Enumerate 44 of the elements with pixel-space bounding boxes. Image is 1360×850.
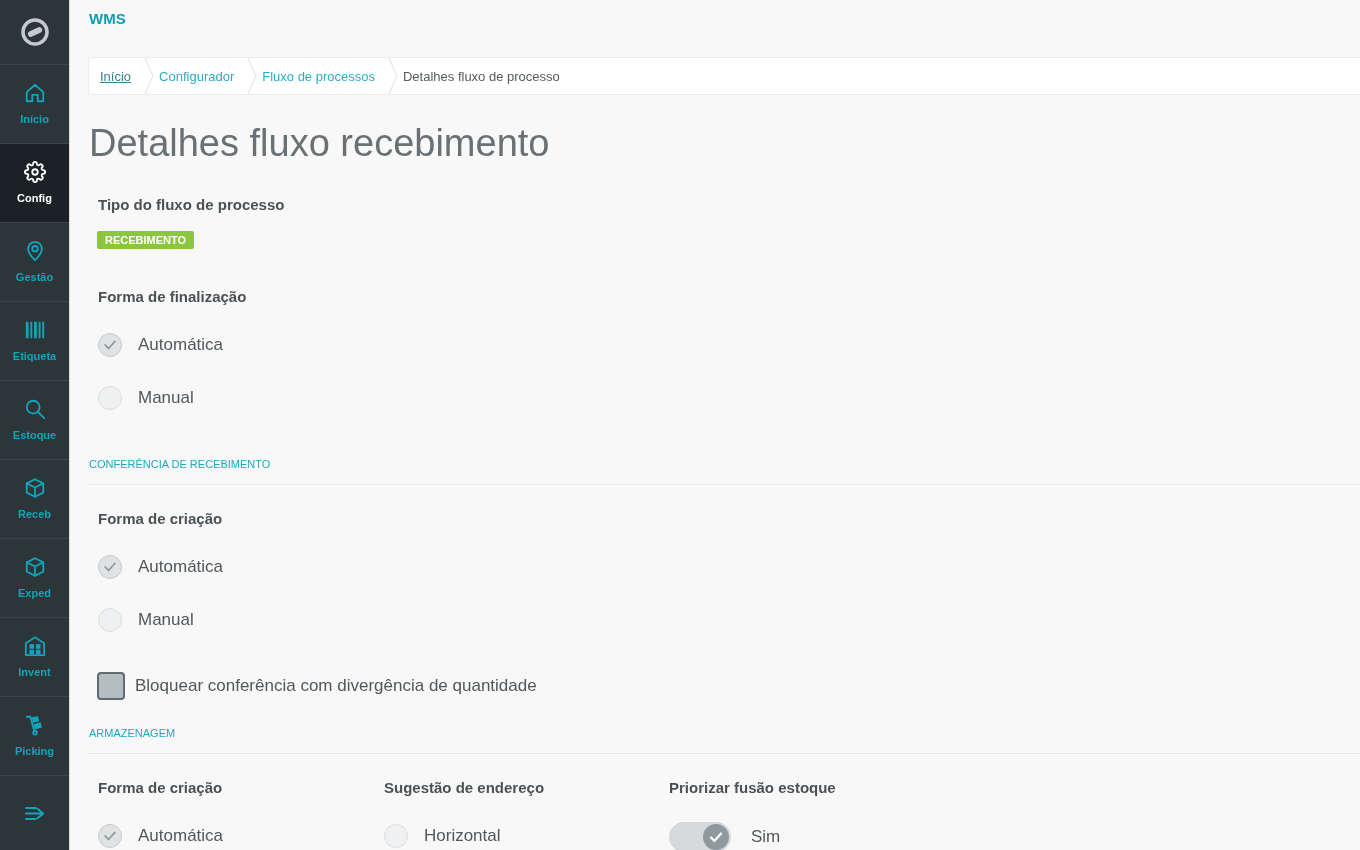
- sidebar-item[interactable]: Etiqueta: [0, 302, 69, 381]
- breadcrumb-link[interactable]: Configurador: [154, 68, 248, 84]
- cube-icon: [23, 556, 46, 578]
- search-icon: [23, 398, 46, 420]
- radio-label: Manual: [138, 610, 194, 630]
- check-circle-icon: [703, 824, 729, 850]
- cube-icon: [23, 477, 46, 499]
- check-icon: [104, 562, 116, 572]
- sidebar-item[interactable]: Gestão: [0, 223, 69, 302]
- breadcrumb-current: Detalhes fluxo de processo: [401, 68, 561, 84]
- radio-label: Automática: [138, 826, 224, 846]
- page-title: Detalhes fluxo recebimento: [89, 121, 551, 166]
- lines-arrow-icon: [24, 805, 45, 821]
- sidebar-item[interactable]: Config: [0, 144, 69, 223]
- home-icon: [23, 82, 46, 104]
- barcode-icon: [23, 319, 46, 341]
- warehouse-icon: [23, 635, 46, 657]
- section-title: ARMAZENAGEM: [89, 726, 177, 740]
- sidebar-item[interactable]: Invent: [0, 618, 69, 697]
- field-label: Forma de finalização: [98, 287, 248, 307]
- check-icon: [104, 340, 116, 350]
- type-tag: RECEBIMENTO: [97, 231, 195, 249]
- sidebar-item[interactable]: Exped: [0, 539, 69, 618]
- checkbox-label: Bloquear conferência com divergência de quantidade: [135, 676, 537, 696]
- radio-label: Automática: [138, 335, 224, 355]
- field-label: Tipo do fluxo de processo: [98, 195, 286, 215]
- field-label: Forma de criação: [98, 509, 224, 529]
- breadcrumb-link[interactable]: Início: [89, 68, 145, 84]
- radio-label: Horizontal: [424, 826, 501, 846]
- settings-icon: [23, 161, 46, 183]
- radio-label: Manual: [138, 388, 194, 408]
- check-icon: [104, 831, 116, 841]
- breadcrumb-link[interactable]: Fluxo de processos: [257, 68, 388, 84]
- section-title: CONFERÊNCIA DE RECEBIMENTO: [89, 457, 272, 471]
- field-label: Sugestão de endereço: [384, 778, 546, 798]
- app-title: WMS: [88, 10, 126, 27]
- radio-label: Automática: [138, 557, 224, 577]
- field-label: Priorizar fusão estoque: [669, 778, 837, 798]
- field-label: Forma de criação: [98, 778, 224, 798]
- toggle-value: Sim: [751, 827, 781, 847]
- app-logo-icon: [20, 18, 49, 46]
- sidebar-item[interactable]: Receb: [0, 460, 69, 539]
- sidebar-item[interactable]: Picking: [0, 697, 69, 776]
- sidebar-item[interactable]: Estoque: [0, 381, 69, 460]
